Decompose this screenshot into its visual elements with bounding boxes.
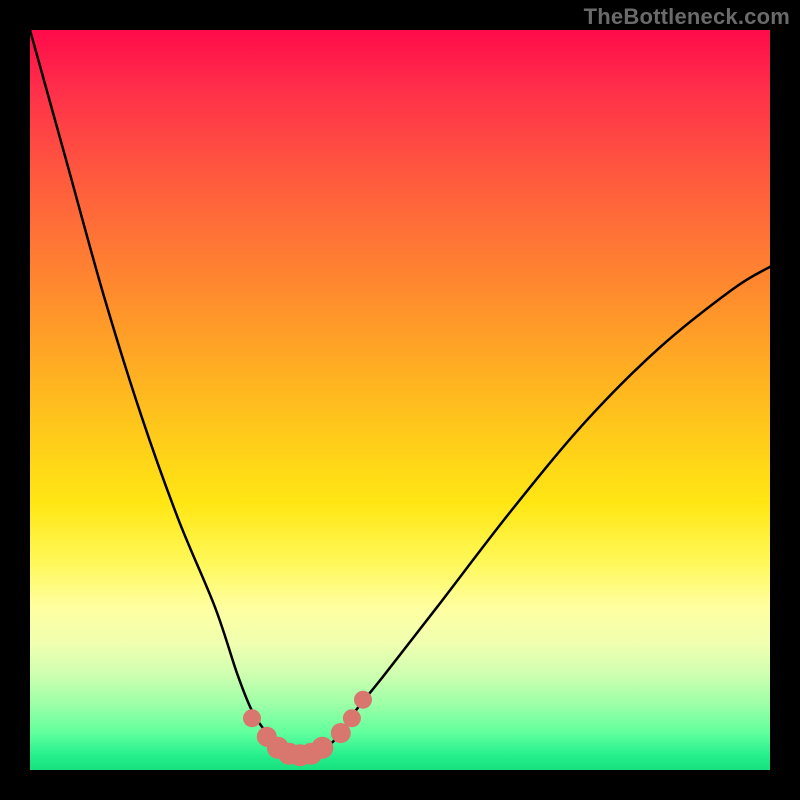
watermark-text: TheBottleneck.com (584, 4, 790, 30)
plot-area (30, 30, 770, 770)
bottleneck-marker (354, 691, 372, 709)
bottleneck-marker (311, 737, 333, 759)
bottleneck-marker (343, 709, 361, 727)
bottleneck-marker (243, 709, 261, 727)
chart-frame: TheBottleneck.com (0, 0, 800, 800)
bottleneck-marker-group (243, 691, 372, 767)
curve-layer (30, 30, 770, 770)
bottleneck-curve (30, 30, 770, 756)
